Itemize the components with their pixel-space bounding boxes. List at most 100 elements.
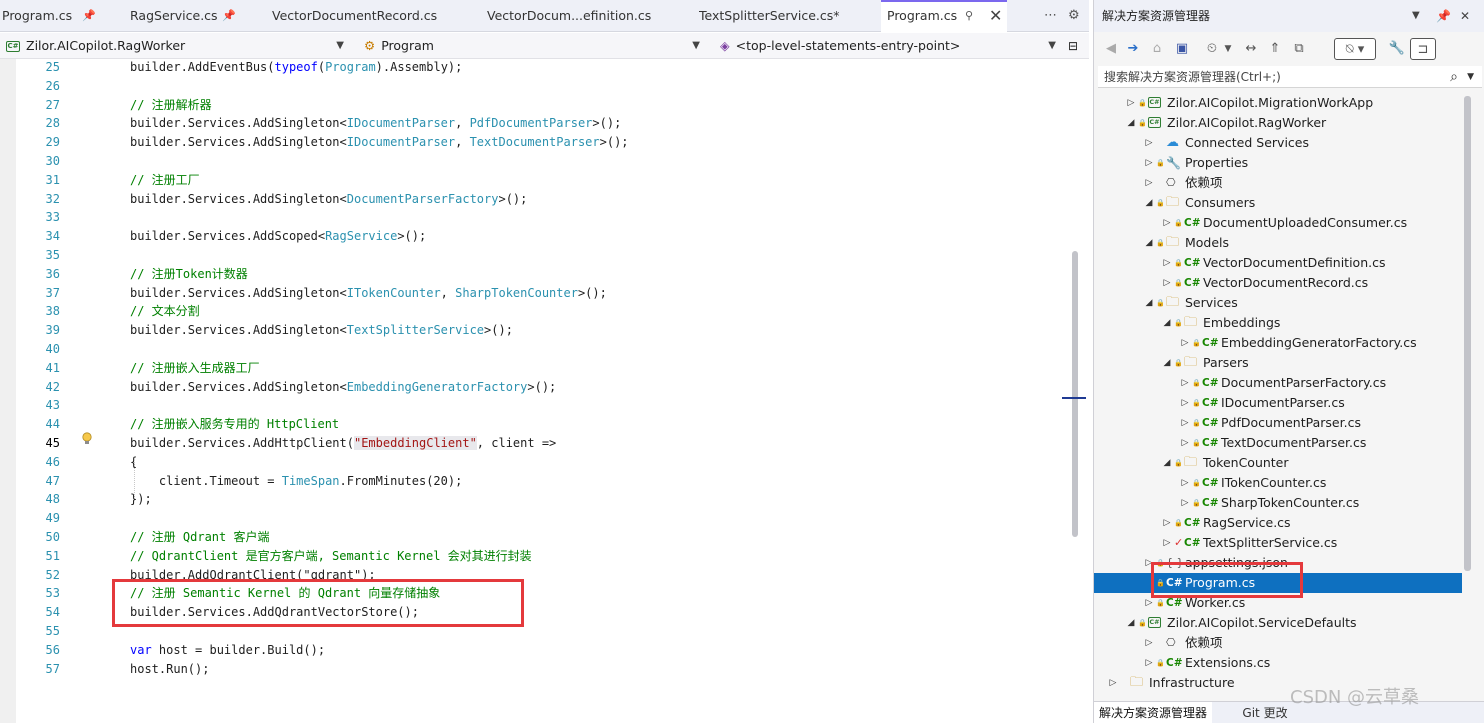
tree-item[interactable]: ▷ ⎔ 依赖项 <box>1094 173 1462 193</box>
collapsed-arrow-icon[interactable]: ▷ <box>1180 493 1190 513</box>
tab-program-active[interactable]: Program.cs ⚲ ✕ <box>881 0 1007 32</box>
expanded-arrow-icon[interactable]: ◢ <box>1144 293 1154 313</box>
code-line[interactable]: // 注册 Semantic Kernel 的 Qdrant 向量存储抽象 <box>130 584 440 603</box>
code-line[interactable]: // 注册工厂 <box>130 171 200 190</box>
collapsed-arrow-icon[interactable]: ▷ <box>1108 673 1118 693</box>
tree-item[interactable]: ▷ 🔒 C# DocumentParserFactory.cs <box>1094 373 1462 393</box>
split-editor-icon[interactable]: ⊟ <box>1068 35 1084 57</box>
code-editor[interactable]: 25 26 27 28 29 30 31 32 33 34 35 36 37 38 39 40 41 42 43 44… <box>0 59 1089 723</box>
tree-item[interactable]: ▷ 🔒 C# Extensions.cs <box>1094 653 1462 673</box>
tree-item[interactable]: ▷ 🔒 🔧 Properties <box>1094 153 1462 173</box>
member-dropdown[interactable]: ◈ <top-level-statements-entry-point> ▼ <box>720 35 1060 57</box>
tree-item[interactable]: ▷ 🔒 C# VectorDocumentDefinition.cs <box>1094 253 1462 273</box>
close-icon[interactable]: ✕ <box>989 2 1002 30</box>
tree-item[interactable]: ▷ 🔒 C# Worker.cs <box>1094 593 1462 613</box>
expanded-arrow-icon[interactable]: ◢ <box>1126 113 1136 133</box>
project-dropdown[interactable]: C# Zilor.AICopilot.RagWorker ▼ <box>6 35 348 57</box>
search-icon[interactable]: ⌕ <box>1450 66 1458 88</box>
collapsed-arrow-icon[interactable]: ▷ <box>1162 513 1172 533</box>
code-line[interactable]: host.Run(); <box>130 660 209 679</box>
collapsed-arrow-icon[interactable]: ▷ <box>1162 273 1172 293</box>
tree-item[interactable]: ▷ 🔒 C# TextDocumentParser.cs <box>1094 433 1462 453</box>
collapsed-arrow-icon[interactable]: ▷ <box>1144 553 1154 573</box>
code-line[interactable]: builder.Services.AddSingleton<TextSplitt… <box>130 321 513 340</box>
lightbulb-icon[interactable] <box>81 432 93 446</box>
tab-ragservice[interactable]: RagService.cs 📌 <box>130 0 265 32</box>
code-line[interactable]: builder.AddEventBus(typeof(Program).Asse… <box>130 58 462 77</box>
tab-vectordocumentrecord[interactable]: VectorDocumentRecord.cs <box>272 0 477 32</box>
tree-item[interactable]: ▷ 🔒 C# RagService.cs <box>1094 513 1462 533</box>
code-line[interactable]: builder.AddQdrantClient("qdrant"); <box>130 566 376 585</box>
code-line[interactable]: builder.Services.AddQdrantVectorStore(); <box>130 603 419 622</box>
collapsed-arrow-icon[interactable]: ▷ <box>1162 533 1172 553</box>
code-line[interactable]: // 注册嵌入服务专用的 HttpClient <box>130 415 339 434</box>
code-line[interactable]: builder.Services.AddSingleton<IDocumentP… <box>130 114 621 133</box>
tree-scrollbar-thumb[interactable] <box>1464 96 1471 571</box>
collapsed-arrow-icon[interactable]: ▷ <box>1144 633 1154 653</box>
code-line[interactable]: builder.Services.AddSingleton<EmbeddingG… <box>130 378 556 397</box>
chevron-down-icon[interactable]: ▼ <box>1467 66 1474 88</box>
expanded-arrow-icon[interactable]: ◢ <box>1144 233 1154 253</box>
collapsed-arrow-icon[interactable]: ▷ <box>1180 433 1190 453</box>
collapsed-arrow-icon[interactable]: ▷ <box>1144 653 1154 673</box>
tab-vectordocumentdefinition[interactable]: VectorDocum...efinition.cs <box>487 0 692 32</box>
tree-item[interactable]: ▷ ⎔ 依赖项 <box>1094 633 1462 653</box>
code-line[interactable]: builder.Services.AddScoped<RagService>()… <box>130 227 426 246</box>
collapsed-arrow-icon[interactable]: ▷ <box>1180 473 1190 493</box>
tree-item[interactable]: ▷ 🔒 C# Zilor.AICopilot.MigrationWorkApp <box>1094 93 1462 113</box>
collapsed-arrow-icon[interactable]: ▷ <box>1144 153 1154 173</box>
tree-item[interactable]: ▷ 🔒 C# EmbeddingGeneratorFactory.cs <box>1094 333 1462 353</box>
code-line[interactable]: // 注册 Qdrant 客户端 <box>130 528 269 547</box>
tree-item[interactable]: ▷ 🔒 C# ITokenCounter.cs <box>1094 473 1462 493</box>
tree-item[interactable]: ▷ 🔒 C# IDocumentParser.cs <box>1094 393 1462 413</box>
properties-wrench-icon[interactable]: 🔧 <box>1388 38 1406 60</box>
collapsed-arrow-icon[interactable]: ▷ <box>1144 593 1154 613</box>
tree-item[interactable]: ◢ 🔒 C# Zilor.AICopilot.ServiceDefaults <box>1094 613 1462 633</box>
code-line[interactable]: builder.Services.AddSingleton<DocumentPa… <box>130 190 527 209</box>
code-line[interactable]: // 注册解析器 <box>130 96 212 115</box>
pin-icon[interactable]: ⚲ <box>965 2 973 30</box>
code-line[interactable]: client.Timeout = TimeSpan.FromMinutes(20… <box>130 472 462 491</box>
tree-item[interactable]: ◢ 🔒 🗀 Models <box>1094 233 1462 253</box>
expanded-arrow-icon[interactable]: ◢ <box>1162 313 1172 333</box>
sync-with-active-document-icon[interactable]: ↔ <box>1242 38 1260 60</box>
collapsed-arrow-icon[interactable]: ▷ <box>1144 173 1154 193</box>
overflow-menu-icon[interactable]: ⋯ <box>1044 0 1057 32</box>
home-icon[interactable]: ⌂ <box>1148 38 1166 60</box>
collapse-all-icon[interactable]: ⇑ <box>1266 38 1284 60</box>
code-line[interactable]: // 注册嵌入生成器工厂 <box>130 359 260 378</box>
code-line[interactable]: builder.Services.AddSingleton<IDocumentP… <box>130 133 629 152</box>
code-line[interactable]: // 注册Token计数器 <box>130 265 248 284</box>
collapsed-arrow-icon[interactable]: ▷ <box>1126 93 1136 113</box>
expanded-arrow-icon[interactable]: ◢ <box>1144 193 1154 213</box>
pin-icon[interactable]: 📌 <box>222 0 236 32</box>
tree-item[interactable]: ◢ 🔒 🗀 TokenCounter <box>1094 453 1462 473</box>
gear-icon[interactable]: ⚙ <box>1068 0 1080 32</box>
close-icon[interactable]: ✕ <box>1460 0 1470 32</box>
tree-item[interactable]: ▷ 🔒{ } appsettings.json <box>1094 553 1462 573</box>
tree-item[interactable]: ▷ ☁ Connected Services <box>1094 133 1462 153</box>
preview-selected-items-button[interactable]: ⊐ <box>1410 38 1436 60</box>
tree-item[interactable]: ▷ 🔒 C# VectorDocumentRecord.cs <box>1094 273 1462 293</box>
pending-changes-filter-icon[interactable]: ⏲ <box>1202 38 1222 60</box>
collapsed-arrow-icon[interactable]: ▷ <box>1180 393 1190 413</box>
expanded-arrow-icon[interactable]: ◢ <box>1162 453 1172 473</box>
collapsed-arrow-icon[interactable]: ▷ <box>1144 133 1154 153</box>
pin-icon[interactable]: 📌 <box>82 0 96 32</box>
tree-item[interactable]: ▷ ✓ C# TextSplitterService.cs <box>1094 533 1462 553</box>
code-line[interactable]: }); <box>130 490 152 509</box>
code-line[interactable]: // QdrantClient 是官方客户端, Semantic Kernel … <box>130 547 532 566</box>
collapsed-arrow-icon[interactable]: ▷ <box>1162 253 1172 273</box>
tree-item[interactable]: ◢ 🔒 🗀 Services <box>1094 293 1462 313</box>
tree-item[interactable]: ◢ 🔒 🗀 Embeddings <box>1094 313 1462 333</box>
tree-item[interactable]: ◢ 🔒 C# Zilor.AICopilot.RagWorker <box>1094 113 1462 133</box>
collapsed-arrow-icon[interactable]: ▷ <box>1162 213 1172 233</box>
tab-solution-explorer[interactable]: 解决方案资源管理器 <box>1094 702 1212 723</box>
tab-program-pinned[interactable]: Program.cs 📌 <box>2 0 122 32</box>
chevron-down-icon[interactable]: ▼ <box>1412 0 1420 32</box>
tree-item[interactable]: ▷ 🔒 C# SharpTokenCounter.cs <box>1094 493 1462 513</box>
code-line[interactable]: builder.Services.AddHttpClient("Embeddin… <box>130 434 556 453</box>
forward-icon[interactable]: ➔ <box>1124 38 1142 60</box>
tree-item[interactable]: ▷ 🔒 C# DocumentUploadedConsumer.cs <box>1094 213 1462 233</box>
switch-views-icon[interactable]: ▣ <box>1172 38 1192 60</box>
